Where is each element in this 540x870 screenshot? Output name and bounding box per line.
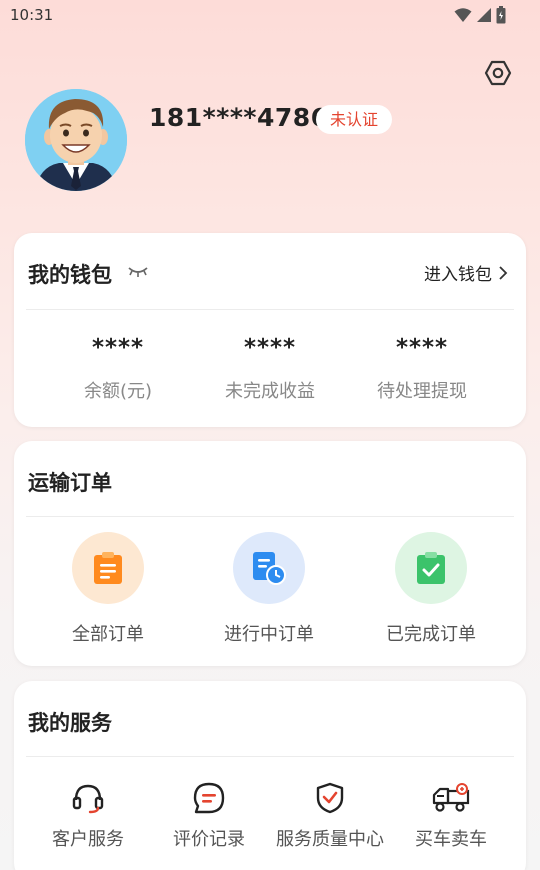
customer-service-button[interactable]: 客户服务 <box>23 780 153 851</box>
stat-pending-withdrawal[interactable]: **** 待处理提现 <box>352 335 492 403</box>
stat-value: **** <box>395 335 449 361</box>
order-icon-circle <box>72 532 144 604</box>
truck-icon <box>432 783 470 812</box>
service-icon-wrap <box>189 780 229 816</box>
services-title: 我的服务 <box>28 711 112 735</box>
clipboard-icon <box>94 552 122 584</box>
stat-label: 待处理提现 <box>377 381 467 402</box>
stat-value: **** <box>243 335 297 361</box>
service-label: 评价记录 <box>173 829 245 850</box>
order-label: 进行中订单 <box>224 624 314 645</box>
service-label: 买车卖车 <box>415 829 487 850</box>
headset-icon <box>72 784 104 814</box>
my-services-card: 我的服务 客户服务 评价记录 服务质量中心 买车卖车 <box>14 681 526 870</box>
battery-icon <box>496 6 506 24</box>
enter-wallet-link[interactable]: 进入钱包 <box>424 260 508 285</box>
service-quality-center-button[interactable]: 服务质量中心 <box>265 780 395 851</box>
service-icon-wrap <box>68 780 108 816</box>
order-label: 已完成订单 <box>386 624 476 645</box>
wallet-title: 我的钱包 <box>28 263 112 287</box>
settings-button[interactable] <box>482 57 514 89</box>
service-icon-wrap <box>310 780 350 816</box>
in-progress-orders-button[interactable]: 进行中订单 <box>189 532 349 646</box>
orders-title: 运输订单 <box>28 471 112 495</box>
settings-icon <box>484 60 512 86</box>
buy-sell-truck-button[interactable]: 买车卖车 <box>386 780 516 851</box>
service-label: 客户服务 <box>52 829 124 850</box>
verification-status-badge[interactable]: 未认证 <box>316 105 393 134</box>
stat-pending-income[interactable]: **** 未完成收益 <box>200 335 340 403</box>
clipboard-check-icon <box>417 552 445 584</box>
divider <box>26 756 514 757</box>
status-icons <box>454 6 506 24</box>
chat-bubble-icon <box>193 782 225 814</box>
divider <box>26 309 514 310</box>
divider <box>26 516 514 517</box>
service-label: 服务质量中心 <box>276 829 384 850</box>
service-icon-wrap <box>431 780 471 816</box>
document-clock-icon <box>253 552 286 585</box>
wifi-icon <box>454 8 472 22</box>
chevron-right-icon <box>499 265 508 280</box>
stat-label: 余额(元) <box>83 381 153 402</box>
transport-orders-card: 运输订单 全部订单 进行中订单 已完成订单 <box>14 441 526 666</box>
stat-balance[interactable]: **** 余额(元) <box>48 335 188 403</box>
avatar[interactable] <box>25 89 127 191</box>
completed-orders-button[interactable]: 已完成订单 <box>351 532 511 646</box>
wallet-card: 我的钱包 进入钱包 **** 余额(元) **** 未完成收益 **** 待处理… <box>14 233 526 427</box>
signal-icon <box>477 8 491 22</box>
order-label: 全部订单 <box>72 624 144 645</box>
enter-wallet-label: 进入钱包 <box>424 265 492 285</box>
eye-closed-icon[interactable] <box>127 264 149 278</box>
review-records-button[interactable]: 评价记录 <box>144 780 274 851</box>
phone-number: 181****4786 <box>149 103 329 132</box>
stat-label: 未完成收益 <box>225 381 315 402</box>
user-avatar-image <box>25 89 127 191</box>
status-time: 10:31 <box>10 6 54 24</box>
order-icon-circle <box>233 532 305 604</box>
order-icon-circle <box>395 532 467 604</box>
status-bar: 10:31 <box>0 0 540 32</box>
all-orders-button[interactable]: 全部订单 <box>28 532 188 646</box>
stat-value: **** <box>91 335 145 361</box>
shield-check-icon <box>316 782 344 814</box>
